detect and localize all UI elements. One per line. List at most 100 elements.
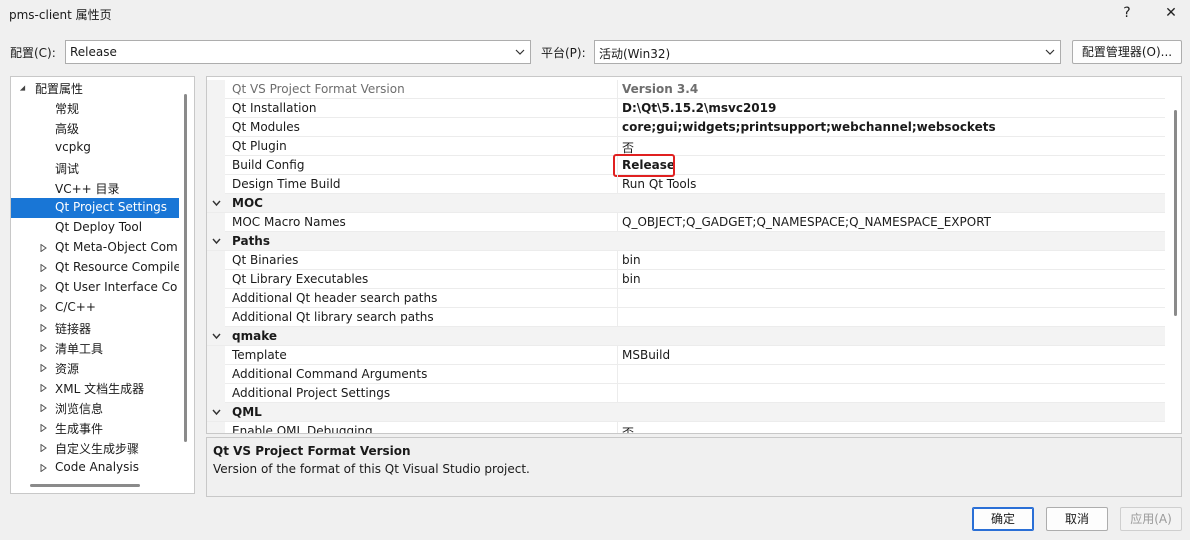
expand-triangle-icon[interactable] — [40, 464, 47, 472]
column-divider — [617, 422, 618, 433]
property-value[interactable]: Q_OBJECT;Q_GADGET;Q_NAMESPACE;Q_NAMESPAC… — [622, 215, 991, 229]
grid-row[interactable]: Additional Command Arguments — [207, 365, 1165, 384]
expand-triangle-icon[interactable] — [40, 284, 47, 292]
grid-row[interactable]: Additional Project Settings — [207, 384, 1165, 403]
tree-item[interactable]: 常规 — [11, 98, 179, 118]
tree-item[interactable]: C/C++ — [11, 298, 179, 318]
tree-item[interactable]: XML 文档生成器 — [11, 378, 179, 398]
config-dropdown[interactable]: Release — [65, 40, 531, 64]
tree-item[interactable]: 资源 — [11, 358, 179, 378]
row-gutter — [207, 270, 225, 289]
title-bar: pms-client 属性页 ? ✕ — [0, 0, 1190, 28]
property-value[interactable]: bin — [622, 272, 641, 286]
expand-triangle-icon[interactable] — [40, 404, 47, 412]
tree-item-label: 高级 — [55, 122, 80, 136]
expand-triangle-icon[interactable] — [40, 384, 47, 392]
property-value[interactable]: Run Qt Tools — [622, 177, 696, 191]
property-value[interactable]: MSBuild — [622, 348, 670, 362]
config-manager-button[interactable]: 配置管理器(O)... — [1072, 40, 1182, 64]
grid-row[interactable]: Qt Modules core;gui;widgets;printsupport;… — [207, 118, 1165, 137]
collapse-chevron-icon[interactable] — [212, 409, 221, 416]
property-value[interactable]: 否 — [622, 424, 634, 433]
window-title: pms-client 属性页 — [9, 8, 112, 22]
tree-item-label: Qt Deploy Tool — [55, 220, 143, 234]
grid-row[interactable]: Additional Qt library search paths — [207, 308, 1165, 327]
property-tree[interactable]: 配置属性 常规高级 vcpkg 调试 VC++ 目录 Qt Project Settin… — [10, 76, 195, 494]
expand-triangle-icon[interactable] — [40, 444, 47, 452]
chevron-down-icon — [515, 49, 525, 55]
property-value[interactable]: core;gui;widgets;printsupport;webchannel… — [622, 120, 996, 134]
tree-item[interactable]: 调试 — [11, 158, 179, 178]
grid-row[interactable]: Qt Installation D:\Qt\5.15.2\msvc2019 — [207, 99, 1165, 118]
tree-item[interactable]: 链接器 — [11, 318, 179, 338]
grid-category[interactable]: MOC — [207, 194, 1165, 213]
grid-row[interactable]: Template MSBuild — [207, 346, 1165, 365]
close-button[interactable]: ✕ — [1156, 2, 1186, 24]
help-button[interactable]: ? — [1112, 2, 1142, 24]
tree-item[interactable]: Qt Meta-Object Com — [11, 238, 179, 258]
cancel-button[interactable]: 取消 — [1046, 507, 1108, 531]
row-gutter — [207, 289, 225, 308]
property-value[interactable]: Version 3.4 — [622, 82, 698, 96]
property-grid[interactable]: Qt VS Project Format Version Version 3.4 Q… — [206, 76, 1182, 434]
row-gutter — [207, 365, 225, 384]
property-value[interactable]: D:\Qt\5.15.2\msvc2019 — [622, 101, 776, 115]
tree-item[interactable]: Code Analysis — [11, 458, 179, 478]
column-divider — [617, 251, 618, 270]
grid-category[interactable]: qmake — [207, 327, 1165, 346]
grid-vertical-scrollbar[interactable] — [1174, 110, 1177, 316]
platform-value: 活动(Win32) — [599, 47, 671, 61]
grid-row[interactable]: Enable QML Debugging 否 — [207, 422, 1165, 433]
grid-row[interactable]: Qt Plugin 否 — [207, 137, 1165, 156]
expand-triangle-icon[interactable] — [40, 364, 47, 372]
tree-item[interactable]: Qt User Interface Co — [11, 278, 179, 298]
property-name: Qt Modules — [232, 120, 300, 134]
tree-item[interactable]: 清单工具 — [11, 338, 179, 358]
tree-root[interactable]: 配置属性 — [11, 78, 179, 98]
row-gutter — [207, 308, 225, 327]
expand-triangle-icon[interactable] — [40, 344, 47, 352]
property-name: Additional Command Arguments — [232, 367, 428, 381]
tree-vertical-scrollbar[interactable] — [184, 94, 187, 442]
expand-triangle-icon[interactable] — [40, 424, 47, 432]
grid-category[interactable]: QML — [207, 403, 1165, 422]
tree-item[interactable]: 高级 — [11, 118, 179, 138]
grid-row[interactable]: Build Config Release — [207, 154, 1165, 177]
grid-row[interactable]: Qt Library Executables bin — [207, 270, 1165, 289]
tree-item[interactable]: VC++ 目录 — [11, 178, 179, 198]
tree-item[interactable]: 浏览信息 — [11, 398, 179, 418]
tree-item-label: Code Analysis — [55, 460, 139, 474]
collapse-chevron-icon[interactable] — [212, 238, 221, 245]
row-gutter — [207, 346, 225, 365]
category-label: Paths — [232, 234, 270, 248]
grid-row[interactable]: Additional Qt header search paths — [207, 289, 1165, 308]
property-value[interactable]: bin — [622, 253, 641, 267]
expand-triangle-icon[interactable] — [40, 304, 47, 312]
ok-button[interactable]: 确定 — [972, 507, 1034, 531]
grid-row[interactable]: Qt VS Project Format Version Version 3.4 — [207, 80, 1165, 99]
tree-item[interactable]: Qt Resource Compile — [11, 258, 179, 278]
tree-horizontal-scrollbar[interactable] — [30, 484, 140, 487]
collapse-chevron-icon[interactable] — [212, 333, 221, 340]
column-divider — [617, 118, 618, 137]
tree-item[interactable]: vcpkg — [11, 138, 179, 158]
expand-triangle-icon[interactable] — [40, 244, 47, 252]
platform-label: 平台(P): — [541, 46, 586, 60]
grid-row[interactable]: MOC Macro Names Q_OBJECT;Q_GADGET;Q_NAMES… — [207, 213, 1165, 232]
apply-button[interactable]: 应用(A) — [1120, 507, 1182, 531]
tree-item-label: 浏览信息 — [55, 402, 104, 416]
grid-row[interactable]: Qt Binaries bin — [207, 251, 1165, 270]
expand-triangle-icon[interactable] — [40, 324, 47, 332]
grid-row[interactable]: Design Time Build Run Qt Tools — [207, 175, 1165, 194]
tree-item[interactable]: Qt Project Settings — [11, 198, 179, 218]
collapse-chevron-icon[interactable] — [212, 200, 221, 207]
expand-triangle-icon[interactable] — [40, 264, 47, 272]
grid-category[interactable]: Paths — [207, 232, 1165, 251]
row-gutter — [207, 175, 225, 194]
tree-item[interactable]: 自定义生成步骤 — [11, 438, 179, 458]
column-divider — [617, 175, 618, 194]
tree-item[interactable]: 生成事件 — [11, 418, 179, 438]
tree-item-label: 资源 — [55, 362, 80, 376]
platform-dropdown[interactable]: 活动(Win32) — [594, 40, 1061, 64]
tree-item[interactable]: Qt Deploy Tool — [11, 218, 179, 238]
